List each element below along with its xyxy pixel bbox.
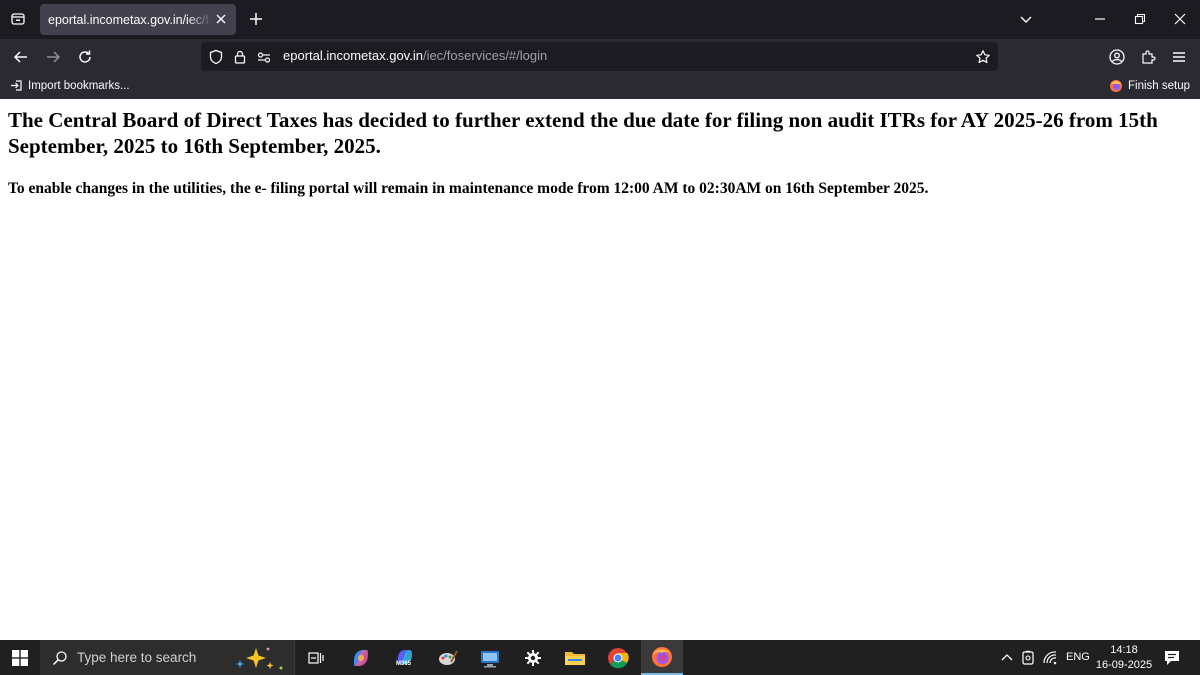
menu-hamburger-icon[interactable] <box>1168 47 1190 67</box>
navigation-toolbar: eportal.incometax.gov.in/iec/foservices/… <box>0 39 1200 75</box>
minimize-icon[interactable] <box>1090 9 1110 29</box>
import-bookmarks-button[interactable]: Import bookmarks... <box>10 79 130 92</box>
reload-icon[interactable] <box>74 47 96 67</box>
tab-overflow-chevron-down-icon[interactable] <box>1016 9 1036 29</box>
task-view-icon[interactable] <box>295 640 337 675</box>
lock-icon[interactable] <box>232 49 248 65</box>
clock-time: 14:18 <box>1110 644 1138 656</box>
clock-date: 16-09-2025 <box>1095 659 1153 671</box>
settings-gear-icon[interactable] <box>512 640 554 675</box>
permissions-icon[interactable] <box>256 49 272 65</box>
notification-center-icon[interactable] <box>1163 649 1181 667</box>
url-text: eportal.incometax.gov.in/iec/foservices/… <box>283 48 547 63</box>
firefox-icon <box>652 646 672 667</box>
import-icon <box>11 80 22 91</box>
back-arrow-icon[interactable] <box>10 47 32 67</box>
new-tab-plus-icon[interactable] <box>246 9 266 29</box>
finish-setup-label: Finish setup <box>1127 80 1190 92</box>
url-path: /iec/foservices/#/login <box>422 48 548 63</box>
tab-title: eportal.incometax.gov.in/iec/foservices/… <box>48 12 212 27</box>
show-hidden-icons-chevron-up-icon[interactable] <box>999 650 1015 666</box>
input-language-indicator[interactable]: ENG <box>1066 651 1090 663</box>
search-placeholder: Type here to search <box>77 650 197 665</box>
restore-icon[interactable] <box>1130 9 1150 29</box>
chrome-browser-icon[interactable] <box>597 640 639 675</box>
windows-taskbar: Type here to search M365 ENG 14:18 16-09… <box>0 640 1200 675</box>
windows-start-icon[interactable] <box>0 640 40 675</box>
tab-strip: eportal.incometax.gov.in/iec/foservices/… <box>0 0 1200 39</box>
account-icon[interactable] <box>1106 47 1128 67</box>
bookmarks-toolbar: Import bookmarks... Finish setup <box>0 75 1200 99</box>
remote-desktop-app-icon[interactable] <box>469 640 511 675</box>
extensions-puzzle-icon[interactable] <box>1137 47 1159 67</box>
m365-label: M365 <box>396 661 412 667</box>
taskbar-clock[interactable]: 14:18 16-09-2025 <box>1094 643 1154 673</box>
bookmark-star-icon[interactable] <box>975 49 991 65</box>
search-icon <box>52 651 67 666</box>
search-highlight-sparkle-icon[interactable] <box>230 644 288 672</box>
battery-saver-tray-icon[interactable] <box>1020 650 1036 666</box>
maintenance-notice: To enable changes in the utilities, the … <box>8 180 929 197</box>
file-explorer-folder-icon[interactable] <box>554 640 596 675</box>
address-bar[interactable]: eportal.incometax.gov.in/iec/foservices/… <box>201 42 998 71</box>
page-content: The Central Board of Direct Taxes has de… <box>0 99 1200 640</box>
close-window-icon[interactable] <box>1170 9 1190 29</box>
wifi-icon[interactable] <box>1042 650 1058 666</box>
m365-copilot-app[interactable]: M365 <box>384 640 426 675</box>
announcement-headline: The Central Board of Direct Taxes has de… <box>8 108 1158 158</box>
browser-tab-active[interactable]: eportal.incometax.gov.in/iec/foservices/… <box>40 4 236 35</box>
tab-close-icon[interactable] <box>214 12 228 26</box>
copilot-icon[interactable] <box>340 640 382 675</box>
tracking-shield-icon[interactable] <box>208 49 224 65</box>
list-all-tabs-icon[interactable] <box>8 9 28 29</box>
finish-setup-button[interactable]: Finish setup <box>1109 79 1190 93</box>
paint-app-icon[interactable] <box>427 640 469 675</box>
forward-arrow-icon[interactable] <box>42 47 64 67</box>
firefox-taskbar-app-active[interactable] <box>641 640 683 675</box>
firefox-logo-icon <box>1109 80 1122 92</box>
url-host: eportal.incometax.gov.in <box>283 48 423 63</box>
import-bookmarks-label: Import bookmarks... <box>28 79 130 92</box>
